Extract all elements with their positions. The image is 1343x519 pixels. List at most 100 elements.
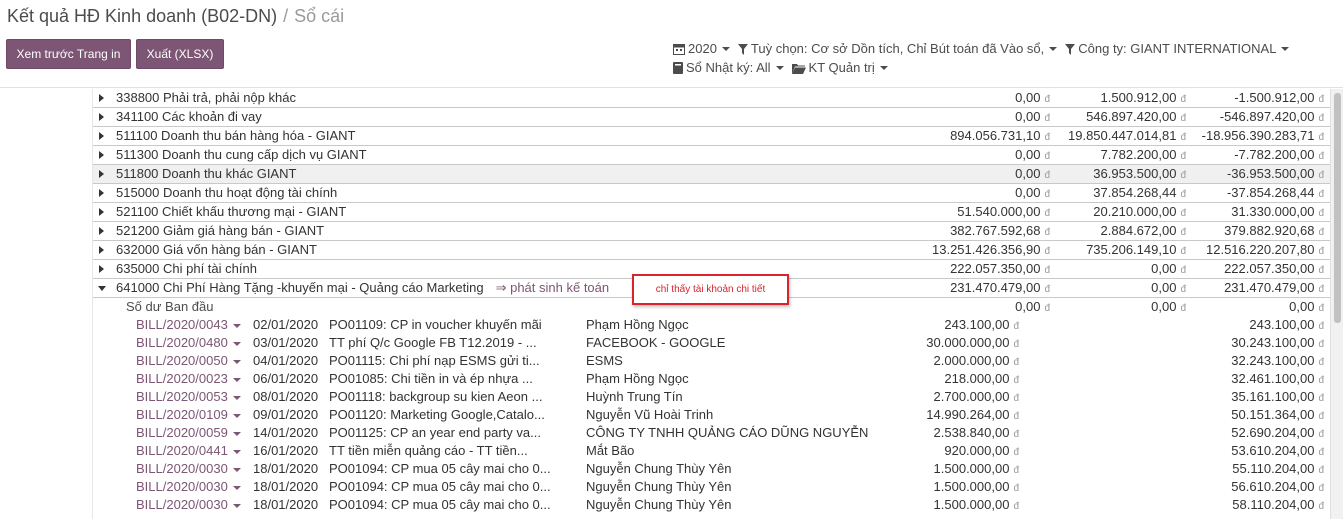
- chevron-down-icon[interactable]: [232, 359, 241, 364]
- print-preview-button[interactable]: Xem trước Trang in: [6, 39, 131, 69]
- account-balance: -18.956.390.283,71 đ: [1201, 128, 1324, 143]
- chevron-down-icon[interactable]: [232, 503, 241, 508]
- line-balance: 58.110.204,00 đ: [1232, 497, 1324, 512]
- account-row[interactable]: 338800 Phải trả, phải nộp khác 0,00 đ 1.500…: [93, 89, 1330, 108]
- bill-reference-link[interactable]: BILL/2020/0050: [136, 352, 241, 370]
- move-line-row: BILL/2020/0480 03/01/2020 TT phí Q/c Googl…: [93, 334, 1330, 352]
- chevron-down-icon[interactable]: [232, 431, 241, 436]
- account-debit: 13.251.426.356,90 đ: [932, 242, 1050, 257]
- bill-reference-link[interactable]: BILL/2020/0030: [136, 496, 241, 514]
- line-balance: 32.243.100,00 đ: [1231, 353, 1324, 368]
- account-balance: 222.057.350,00 đ: [1224, 261, 1324, 276]
- account-row[interactable]: 515000 Doanh thu hoạt động tài chính 0,00…: [93, 184, 1330, 203]
- account-row[interactable]: 511300 Doanh thu cung cấp dịch vụ GIANT 0…: [93, 146, 1330, 165]
- line-partner: Nguyễn Vũ Hoài Trinh: [586, 407, 714, 422]
- bill-reference-link[interactable]: BILL/2020/0441: [136, 442, 241, 460]
- caret-right-icon[interactable]: [99, 265, 104, 273]
- chevron-down-icon[interactable]: [232, 341, 241, 346]
- account-credit: 0,00 đ: [1151, 261, 1186, 276]
- line-partner: Phạm Hồng Ngọc: [586, 317, 689, 332]
- line-balance: 52.690.204,00 đ: [1231, 425, 1324, 440]
- line-balance: 53.610.204,00 đ: [1231, 443, 1324, 458]
- line-description: TT tiền miễn quảng cáo - TT tiền...: [329, 443, 528, 458]
- account-row[interactable]: 511100 Doanh thu bán hàng hóa - GIANT 894…: [93, 127, 1330, 146]
- bill-reference-link[interactable]: BILL/2020/0480: [136, 334, 241, 352]
- book-icon: [673, 62, 683, 74]
- line-amount: 2.700.000,00 đ: [933, 389, 1019, 404]
- chevron-down-icon[interactable]: [232, 413, 241, 418]
- calendar-icon: [673, 44, 685, 55]
- chevron-down-icon[interactable]: [232, 467, 241, 472]
- account-row[interactable]: 632000 Giá vốn hàng bán - GIANT 13.251.42…: [93, 241, 1330, 260]
- line-description: PO01120: Marketing Google,Catalo...: [329, 407, 545, 422]
- bill-reference-link[interactable]: BILL/2020/0030: [136, 478, 241, 496]
- account-credit: 2.884.672,00 đ: [1100, 223, 1186, 238]
- line-balance: 56.610.204,00 đ: [1231, 479, 1324, 494]
- account-row[interactable]: 521100 Chiết khấu thương mại - GIANT 51.5…: [93, 203, 1330, 222]
- scrollbar[interactable]: [1330, 89, 1343, 519]
- account-name: 341100 Các khoản đi vay: [116, 109, 262, 124]
- bill-reference-link[interactable]: BILL/2020/0030: [136, 460, 241, 478]
- account-row[interactable]: 521200 Giảm giá hàng bán - GIANT 382.767.…: [93, 222, 1330, 241]
- line-balance: 50.151.364,00 đ: [1231, 407, 1324, 422]
- bill-reference-link[interactable]: BILL/2020/0053: [136, 388, 241, 406]
- move-line-row: BILL/2020/0050 04/01/2020 PO01115: Chi phí…: [93, 352, 1330, 370]
- account-row[interactable]: 341100 Các khoản đi vay 0,00 đ 546.897.420,…: [93, 108, 1330, 127]
- initial-credit: 0,00 đ: [1151, 299, 1186, 314]
- chevron-down-icon[interactable]: [232, 485, 241, 490]
- analytic-filter[interactable]: KT Quản trị: [791, 59, 888, 77]
- bill-reference-link[interactable]: BILL/2020/0109: [136, 406, 241, 424]
- line-description: PO01125: CP an year end party va...: [329, 425, 541, 440]
- chevron-down-icon: [721, 47, 730, 51]
- account-name: 521200 Giảm giá hàng bán - GIANT: [116, 223, 325, 238]
- scrollbar-thumb[interactable]: [1334, 93, 1341, 323]
- account-debit: 222.057.350,00 đ: [950, 261, 1050, 276]
- account-name: 521100 Chiết khấu thương mại - GIANT: [116, 204, 347, 219]
- line-balance: 243.100,00 đ: [1249, 317, 1324, 332]
- chevron-down-icon[interactable]: [232, 395, 241, 400]
- bill-reference-link[interactable]: BILL/2020/0059: [136, 424, 241, 442]
- account-row[interactable]: 511800 Doanh thu khác GIANT 0,00 đ 36.953.5…: [93, 165, 1330, 184]
- account-debit: 0,00 đ: [1015, 185, 1050, 200]
- breadcrumb-parent[interactable]: Kết quả HĐ Kinh doanh (B02-DN): [7, 6, 277, 26]
- line-date: 04/01/2020: [253, 353, 319, 368]
- account-credit: 7.782.200,00 đ: [1100, 147, 1186, 162]
- caret-right-icon[interactable]: [99, 208, 104, 216]
- account-balance: 12.516.220.207,80 đ: [1206, 242, 1324, 257]
- chevron-down-icon[interactable]: [232, 323, 241, 328]
- chevron-down-icon[interactable]: [232, 449, 241, 454]
- caret-right-icon[interactable]: [99, 189, 104, 197]
- caret-right-icon[interactable]: [99, 132, 104, 140]
- options-filter[interactable]: Tuỳ chọn: Cơ sở Dồn tích, Chỉ Bút toán đ…: [737, 40, 1058, 58]
- caret-right-icon[interactable]: [99, 246, 104, 254]
- bill-reference-link[interactable]: BILL/2020/0043: [136, 316, 241, 334]
- period-filter[interactable]: 2020: [673, 40, 730, 58]
- export-xlsx-button[interactable]: Xuất (XLSX): [136, 39, 224, 69]
- caret-right-icon[interactable]: [99, 151, 104, 159]
- account-name: 511300 Doanh thu cung cấp dịch vụ GIANT: [116, 147, 367, 162]
- move-line-row: BILL/2020/0053 08/01/2020 PO01118: backgro…: [93, 388, 1330, 406]
- bill-reference-link[interactable]: BILL/2020/0023: [136, 370, 241, 388]
- line-partner: FACEBOOK - GOOGLE: [586, 335, 726, 350]
- account-credit: 735.206.149,10 đ: [1086, 242, 1186, 257]
- caret-right-icon[interactable]: [99, 170, 104, 178]
- line-amount: 2.538.840,00 đ: [933, 425, 1019, 440]
- caret-down-icon[interactable]: [98, 286, 106, 291]
- line-description: PO01094: CP mua 05 cây mai cho 0...: [329, 461, 551, 476]
- journals-filter[interactable]: Sổ Nhật ký: All: [673, 59, 784, 77]
- account-balance: -1.500.912,00 đ: [1234, 90, 1324, 105]
- account-name: 338800 Phải trả, phải nộp khác: [116, 90, 296, 105]
- line-date: 06/01/2020: [253, 371, 319, 386]
- line-description: PO01094: CP mua 05 cây mai cho 0...: [329, 479, 551, 494]
- caret-right-icon[interactable]: [99, 227, 104, 235]
- chevron-down-icon: [775, 66, 784, 70]
- caret-right-icon[interactable]: [99, 94, 104, 102]
- line-amount: 30.000.000,00 đ: [926, 335, 1019, 350]
- account-balance: -7.782.200,00 đ: [1234, 147, 1324, 162]
- drilldown-link[interactable]: ⇒ phát sinh kế toán: [496, 280, 610, 295]
- line-balance: 32.461.100,00 đ: [1231, 371, 1324, 386]
- chevron-down-icon[interactable]: [232, 377, 241, 382]
- line-balance: 35.161.100,00 đ: [1231, 389, 1324, 404]
- caret-right-icon[interactable]: [99, 113, 104, 121]
- company-filter[interactable]: Công ty: GIANT INTERNATIONAL: [1065, 40, 1290, 58]
